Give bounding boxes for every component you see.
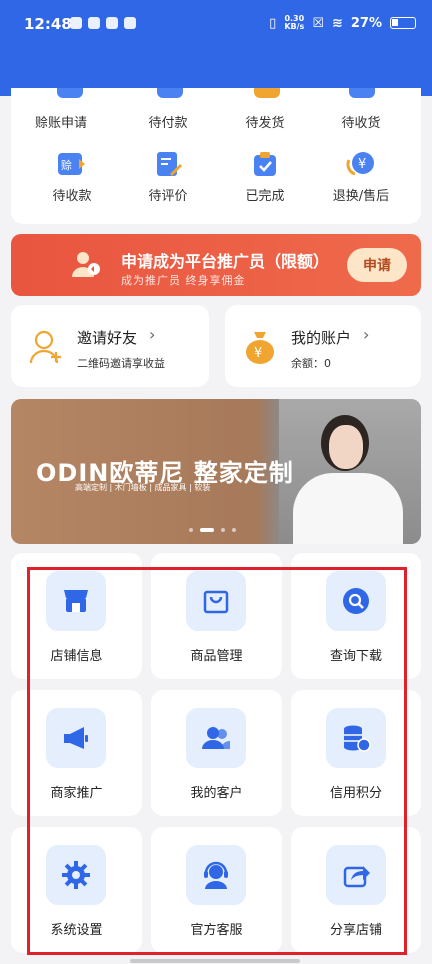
credit-receive-icon: 赊 <box>57 150 87 178</box>
promoter-apply-banner[interactable]: 申请成为平台推广员（限额） 成为推广员 终身享佣金 申请 <box>11 234 421 296</box>
svg-text:¥: ¥ <box>358 157 366 172</box>
check-clipboard-icon <box>250 150 280 178</box>
wallet-icon <box>157 88 183 98</box>
battery-percent: 27% <box>350 15 382 31</box>
carousel-indicator <box>189 528 236 532</box>
notification-icon <box>70 17 82 29</box>
carousel-dot[interactable] <box>189 528 193 532</box>
battery-icon <box>390 17 416 29</box>
ad-banner-carousel[interactable]: ODIN欧蒂尼 整家定制 高端定制 | 木门墙板 | 成品家具 | 软装 <box>11 399 421 544</box>
crown-icon <box>88 17 100 29</box>
orders-card: 赊账申请 待付款 待发货 待收货 赊 待收款 待评价 已完成 ¥ 退换/售后 <box>11 88 421 224</box>
network-speed: 0.30 KB/s <box>284 14 305 31</box>
home-indicator[interactable] <box>130 959 300 963</box>
add-user-icon <box>29 329 63 365</box>
invite-title: 邀请好友 <box>77 329 138 347</box>
box-icon <box>349 88 375 98</box>
banner-model-body <box>293 473 403 544</box>
invite-friends-card[interactable]: 邀请好友 › 二维码邀请享收益 <box>11 305 209 387</box>
truck-icon <box>254 88 280 98</box>
promoter-icon <box>71 249 101 279</box>
vibrate-icon: ▯ <box>269 15 277 31</box>
account-title: 我的账户 <box>291 329 352 347</box>
order-pending-review[interactable]: 待评价 <box>118 150 218 204</box>
notification-icons <box>70 17 136 29</box>
chevron-right-icon: › <box>363 325 370 344</box>
apply-button[interactable]: 申请 <box>347 248 407 282</box>
carousel-dot-active[interactable] <box>200 528 214 532</box>
promo-subtitle: 成为推广员 终身享佣金 <box>121 274 246 287</box>
status-right: ▯ 0.30 KB/s ☒ ≋ 27% <box>269 15 416 31</box>
order-pending-collection[interactable]: 赊 待收款 <box>22 150 122 204</box>
chevron-right-icon: › <box>149 325 156 344</box>
invite-subtitle: 二维码邀请享收益 <box>77 357 165 370</box>
banner-model-face <box>329 425 363 469</box>
sim-icon: ☒ <box>312 15 324 31</box>
status-bar: 12:48 ▯ 0.30 KB/s ☒ ≋ 27% <box>0 0 432 96</box>
carousel-dot[interactable] <box>232 528 236 532</box>
refund-yen-icon: ¥ <box>346 150 376 178</box>
carousel-dot[interactable] <box>221 528 225 532</box>
highlight-frame <box>27 567 407 955</box>
status-time: 12:48 <box>24 15 72 33</box>
my-account-card[interactable]: ¥ 我的账户 › 余额：0 <box>225 305 421 387</box>
order-completed[interactable]: 已完成 <box>215 150 315 204</box>
order-pending-receipt[interactable]: 待收货 <box>311 112 411 131</box>
notification-icon <box>106 17 118 29</box>
order-refund-aftersale[interactable]: ¥ 退换/售后 <box>311 150 411 204</box>
account-balance: 余额：0 <box>291 357 331 370</box>
credit-apply-icon <box>57 88 83 98</box>
order-pending-shipment[interactable]: 待发货 <box>215 112 315 131</box>
wifi-icon: ≋ <box>331 15 343 31</box>
edit-review-icon <box>153 150 183 178</box>
svg-text:¥: ¥ <box>254 346 262 361</box>
money-bag-icon: ¥ <box>243 329 277 365</box>
check-icon <box>124 17 136 29</box>
banner-tagline: 高端定制 | 木门墙板 | 成品家具 | 软装 <box>75 483 211 492</box>
order-pending-payment[interactable]: 待付款 <box>118 112 218 131</box>
order-credit-apply[interactable]: 赊账申请 <box>11 112 111 131</box>
svg-text:赊: 赊 <box>61 159 72 172</box>
promo-title: 申请成为平台推广员（限额） <box>121 252 330 271</box>
